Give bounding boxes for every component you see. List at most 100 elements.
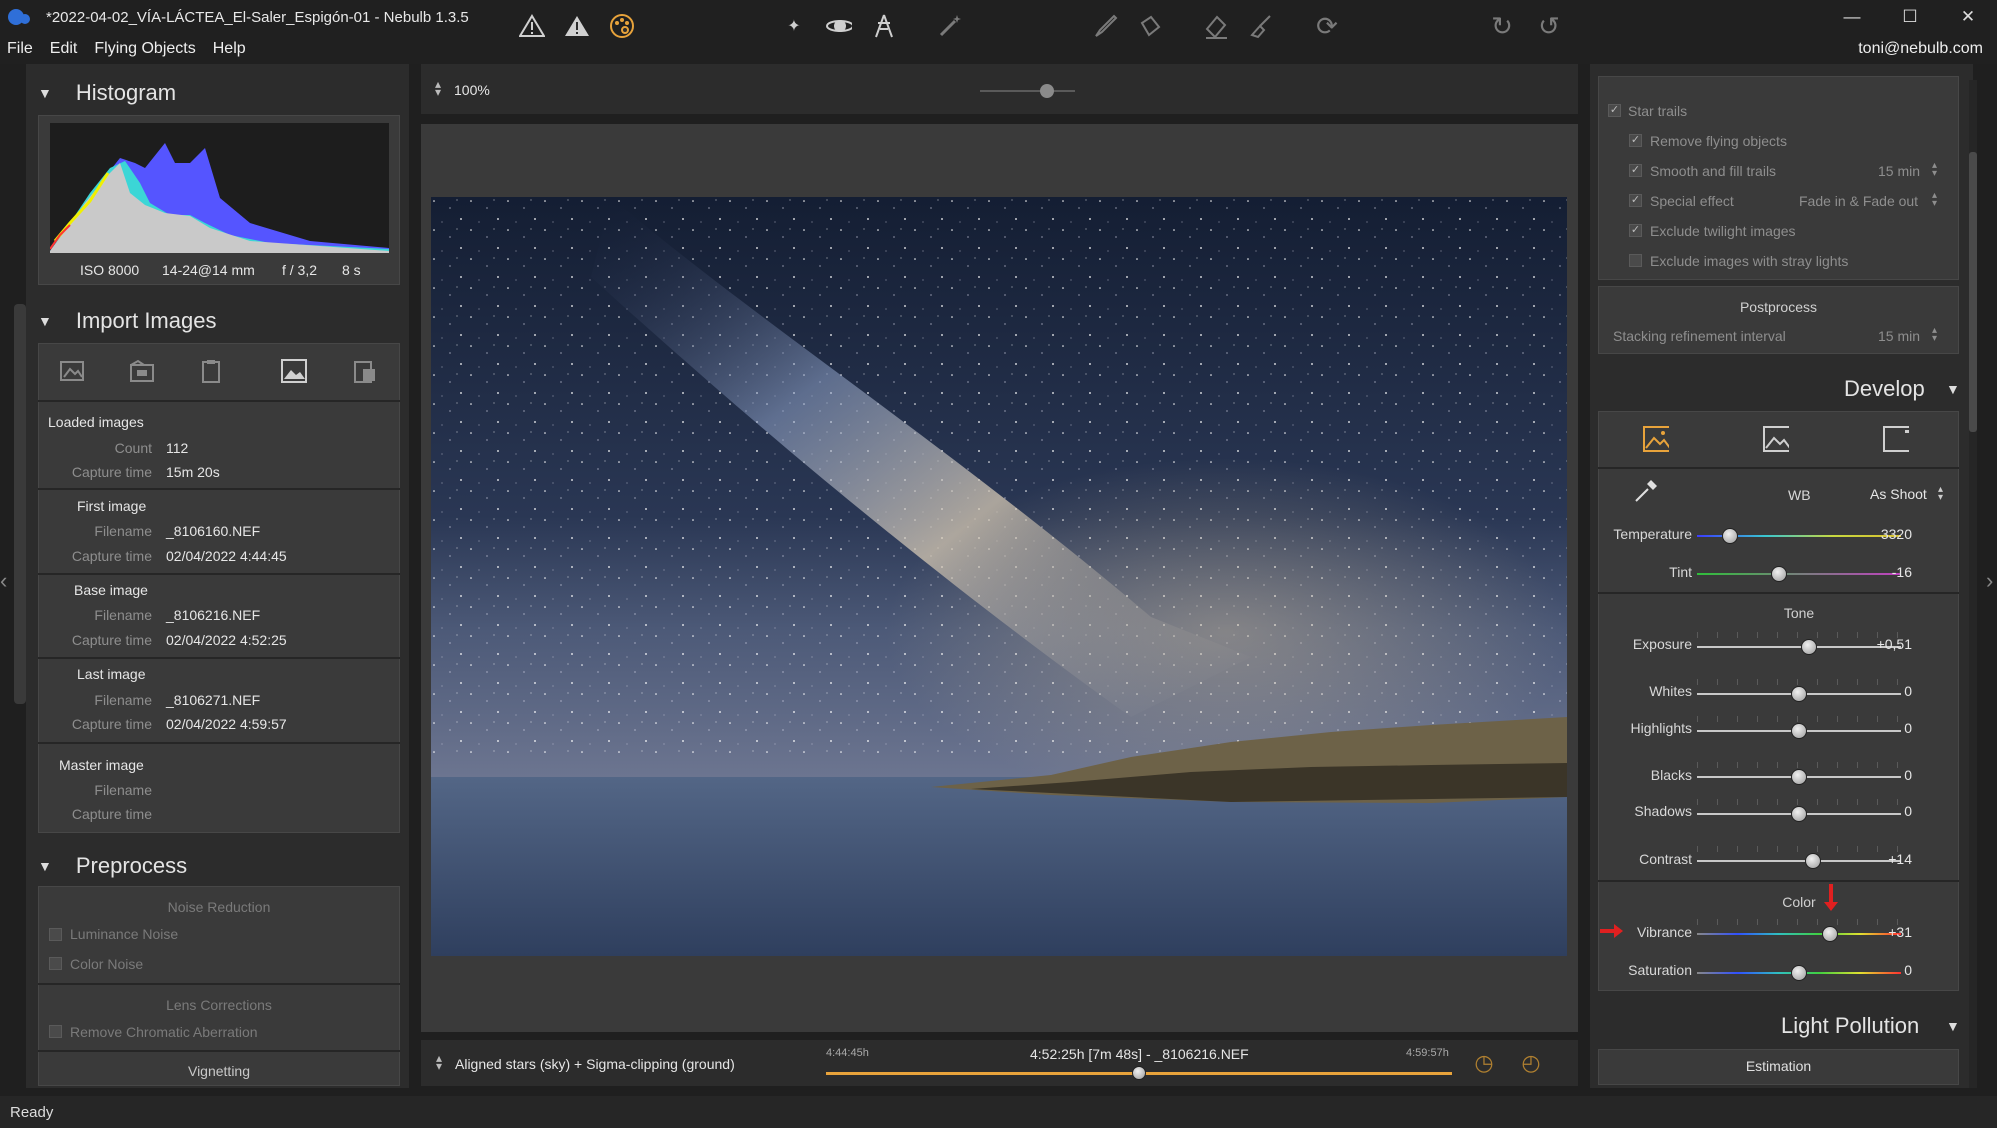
maximize-button[interactable]: ☐ [1881, 0, 1939, 34]
menu-file[interactable]: File [0, 40, 39, 58]
collapse-triangle-icon[interactable]: ▼ [1946, 1018, 1960, 1034]
warning-outline-icon[interactable] [519, 13, 545, 39]
smooth-trails-checkbox[interactable]: ✓ [1629, 164, 1642, 177]
right-scrollbar[interactable] [1969, 80, 1977, 1088]
left-scrollbar[interactable] [14, 304, 26, 704]
eraser-icon[interactable] [1203, 13, 1229, 39]
zoom-stepper-icon[interactable]: ▴ ▾ [435, 78, 441, 98]
develop-photo-icon[interactable] [1643, 426, 1669, 452]
slider-handle[interactable] [1791, 806, 1807, 822]
master-image-icon[interactable] [280, 357, 308, 385]
user-account[interactable]: toni@nebulb.com [1858, 40, 1983, 58]
slider-handle[interactable] [1770, 566, 1787, 582]
vibrance-value[interactable]: +31 [1862, 924, 1912, 940]
stars-icon[interactable]: ✦ [781, 13, 807, 39]
wb-value[interactable]: As Shoot [1870, 486, 1927, 502]
menu-edit[interactable]: Edit [43, 40, 84, 58]
vibrance-label: Vibrance [1636, 924, 1692, 940]
import-clipboard-icon[interactable] [198, 357, 226, 385]
spinner-icon[interactable]: ▴ ▾ [1932, 326, 1937, 344]
stacking-interval-value[interactable]: 15 min [1878, 328, 1920, 344]
slider-handle[interactable] [1791, 723, 1807, 739]
preprocess-header[interactable]: ▼ Preprocess [38, 853, 187, 879]
tint-value[interactable]: -16 [1862, 564, 1912, 580]
paste-icon[interactable] [350, 357, 378, 385]
estimation-button[interactable]: Estimation [1598, 1058, 1959, 1074]
divider [1598, 880, 1959, 882]
redo-icon[interactable]: ↻ [1489, 11, 1515, 41]
temperature-value[interactable]: 3320 [1862, 526, 1912, 542]
collapse-right-icon[interactable]: › [1986, 568, 1993, 594]
collapse-left-icon[interactable]: ‹ [0, 568, 7, 594]
stack-mode-stepper-icon[interactable]: ▴ ▾ [436, 1052, 442, 1072]
timeline-slider[interactable] [826, 1066, 1452, 1080]
smooth-trails-value[interactable]: 15 min [1878, 163, 1920, 179]
brush-size-slider[interactable] [980, 84, 1075, 98]
menu-flying-objects[interactable]: Flying Objects [87, 40, 201, 58]
blacks-value[interactable]: 0 [1862, 767, 1912, 783]
luminance-noise-checkbox[interactable] [49, 928, 62, 941]
count-label: Count [114, 440, 152, 456]
shadows-value[interactable]: 0 [1862, 803, 1912, 819]
special-effect-value[interactable]: Fade in & Fade out [1799, 193, 1918, 209]
fill-bucket-icon[interactable] [1137, 13, 1163, 39]
develop-frame-icon[interactable] [1883, 426, 1909, 452]
import-images-icon[interactable] [58, 357, 86, 385]
light-pollution-title[interactable]: Light Pollution [1781, 1013, 1919, 1039]
special-effect-checkbox[interactable]: ✓ [1629, 194, 1642, 207]
slider-handle[interactable] [1791, 965, 1807, 981]
spinner-icon[interactable]: ▴ ▾ [1932, 191, 1937, 209]
planet-icon[interactable] [826, 13, 852, 39]
remove-flying-label: Remove flying objects [1650, 133, 1787, 149]
spinner-icon[interactable]: ▴ ▾ [1938, 485, 1943, 503]
star-trails-checkbox[interactable]: ✓ [1608, 104, 1621, 117]
zoom-level[interactable]: 100% [454, 82, 490, 98]
divider [1598, 592, 1959, 594]
minimize-button[interactable]: — [1823, 0, 1881, 34]
histogram-header[interactable]: ▼ Histogram [38, 80, 176, 106]
slider-handle[interactable] [1821, 926, 1838, 942]
whites-value[interactable]: 0 [1862, 683, 1912, 699]
undo-icon[interactable]: ↺ [1536, 11, 1562, 41]
color-noise-checkbox[interactable] [49, 957, 62, 970]
tower-icon[interactable] [871, 13, 897, 39]
broom-icon[interactable] [1248, 13, 1274, 39]
collapse-triangle-icon[interactable]: ▼ [1946, 381, 1960, 397]
timeline-handle[interactable] [1132, 1066, 1146, 1080]
brush-icon[interactable] [1092, 13, 1118, 39]
develop-landscape-icon[interactable] [1763, 426, 1789, 452]
color-palette-icon[interactable] [609, 13, 635, 39]
exposure-value[interactable]: +0,51 [1862, 636, 1912, 652]
collapse-triangle-icon[interactable]: ▼ [38, 858, 52, 874]
vignetting-title[interactable]: Vignetting [38, 1063, 400, 1079]
first-image-heading: First image [77, 498, 147, 514]
chromatic-aberration-checkbox[interactable] [49, 1025, 62, 1038]
close-button[interactable]: ✕ [1939, 0, 1997, 34]
slider-handle[interactable] [1721, 528, 1738, 544]
clock-history-icon[interactable]: ◴ [1518, 1050, 1544, 1076]
exclude-twilight-checkbox[interactable]: ✓ [1629, 224, 1642, 237]
exclude-stray-checkbox[interactable] [1629, 254, 1642, 267]
magic-wand-icon[interactable] [937, 13, 963, 39]
contrast-value[interactable]: +14 [1862, 851, 1912, 867]
menu-help[interactable]: Help [206, 40, 252, 58]
spinner-icon[interactable]: ▴ ▾ [1932, 161, 1937, 179]
slider-handle[interactable] [1791, 686, 1807, 702]
highlights-value[interactable]: 0 [1862, 720, 1912, 736]
preview-image[interactable] [431, 197, 1567, 956]
first-filename: _8106160.NEF [166, 523, 261, 539]
saturation-value[interactable]: 0 [1862, 962, 1912, 978]
refresh-icon[interactable]: ⟳ [1314, 11, 1340, 41]
import-folder-icon[interactable] [128, 357, 156, 385]
warning-filled-icon[interactable] [564, 13, 590, 39]
remove-flying-checkbox[interactable]: ✓ [1629, 134, 1642, 147]
import-header[interactable]: ▼ Import Images [38, 308, 216, 334]
clock-back-icon[interactable]: ◷ [1471, 1050, 1497, 1076]
develop-title[interactable]: Develop [1844, 376, 1925, 402]
stack-mode[interactable]: Aligned stars (sky) + Sigma-clipping (gr… [455, 1056, 735, 1072]
collapse-triangle-icon[interactable]: ▼ [38, 85, 52, 101]
slider-handle[interactable] [1791, 769, 1807, 785]
collapse-triangle-icon[interactable]: ▼ [38, 313, 52, 329]
eyedropper-icon[interactable] [1633, 478, 1659, 504]
filename-label: Filename [94, 782, 152, 798]
